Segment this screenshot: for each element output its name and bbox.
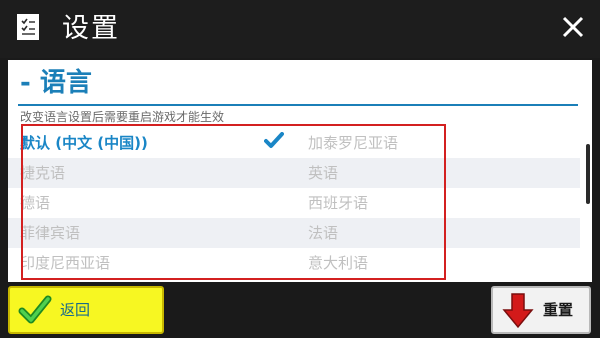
close-icon[interactable] bbox=[558, 12, 588, 42]
checklist-icon bbox=[17, 14, 39, 40]
window-title: 设置 bbox=[62, 13, 120, 44]
language-list: 默认 (中文 (中国)) 加泰罗尼亚语 捷克语 英语 德语 西班牙语 菲律宾语 … bbox=[8, 128, 580, 282]
settings-window: 设置 - 语言 改变语言设置后需要重启游戏才能生效 默认 (中文 (中国)) 加… bbox=[0, 0, 600, 338]
language-option-spanish[interactable]: 西班牙语 bbox=[308, 188, 558, 218]
red-down-arrow-icon bbox=[502, 293, 534, 329]
language-row: 菲律宾语 法语 bbox=[8, 218, 580, 248]
language-option-default[interactable]: 默认 (中文 (中国)) bbox=[20, 128, 290, 158]
language-option-french[interactable]: 法语 bbox=[308, 218, 558, 248]
scrollbar[interactable] bbox=[586, 144, 590, 204]
language-option-filipino[interactable]: 菲律宾语 bbox=[20, 218, 290, 248]
section-divider bbox=[18, 104, 578, 106]
language-option-czech[interactable]: 捷克语 bbox=[20, 158, 290, 188]
back-button-label: 返回 bbox=[60, 301, 91, 319]
language-option-catalan[interactable]: 加泰罗尼亚语 bbox=[308, 128, 558, 158]
back-button[interactable]: 返回 bbox=[8, 286, 164, 334]
language-row: 默认 (中文 (中国)) 加泰罗尼亚语 bbox=[8, 128, 580, 158]
language-option-italian[interactable]: 意大利语 bbox=[308, 248, 558, 278]
checkmark-icon bbox=[264, 132, 284, 148]
restart-hint: 改变语言设置后需要重启游戏才能生效 bbox=[20, 110, 225, 124]
language-option-german[interactable]: 德语 bbox=[20, 188, 290, 218]
green-check-icon bbox=[18, 295, 52, 324]
language-option-english[interactable]: 英语 bbox=[308, 158, 558, 188]
language-row: 德语 西班牙语 bbox=[8, 188, 580, 218]
reset-button[interactable]: 重置 bbox=[491, 286, 591, 334]
language-option-indonesian[interactable]: 印度尼西亚语 bbox=[20, 248, 290, 278]
section-title: - 语言 bbox=[20, 68, 92, 98]
language-row: 印度尼西亚语 意大利语 bbox=[8, 248, 580, 278]
close-button[interactable] bbox=[558, 12, 588, 42]
language-panel: - 语言 改变语言设置后需要重启游戏才能生效 默认 (中文 (中国)) 加泰罗尼… bbox=[8, 60, 592, 282]
reset-button-label: 重置 bbox=[543, 301, 574, 319]
title-bar: 设置 bbox=[0, 0, 600, 58]
language-row: 捷克语 英语 bbox=[8, 158, 580, 188]
